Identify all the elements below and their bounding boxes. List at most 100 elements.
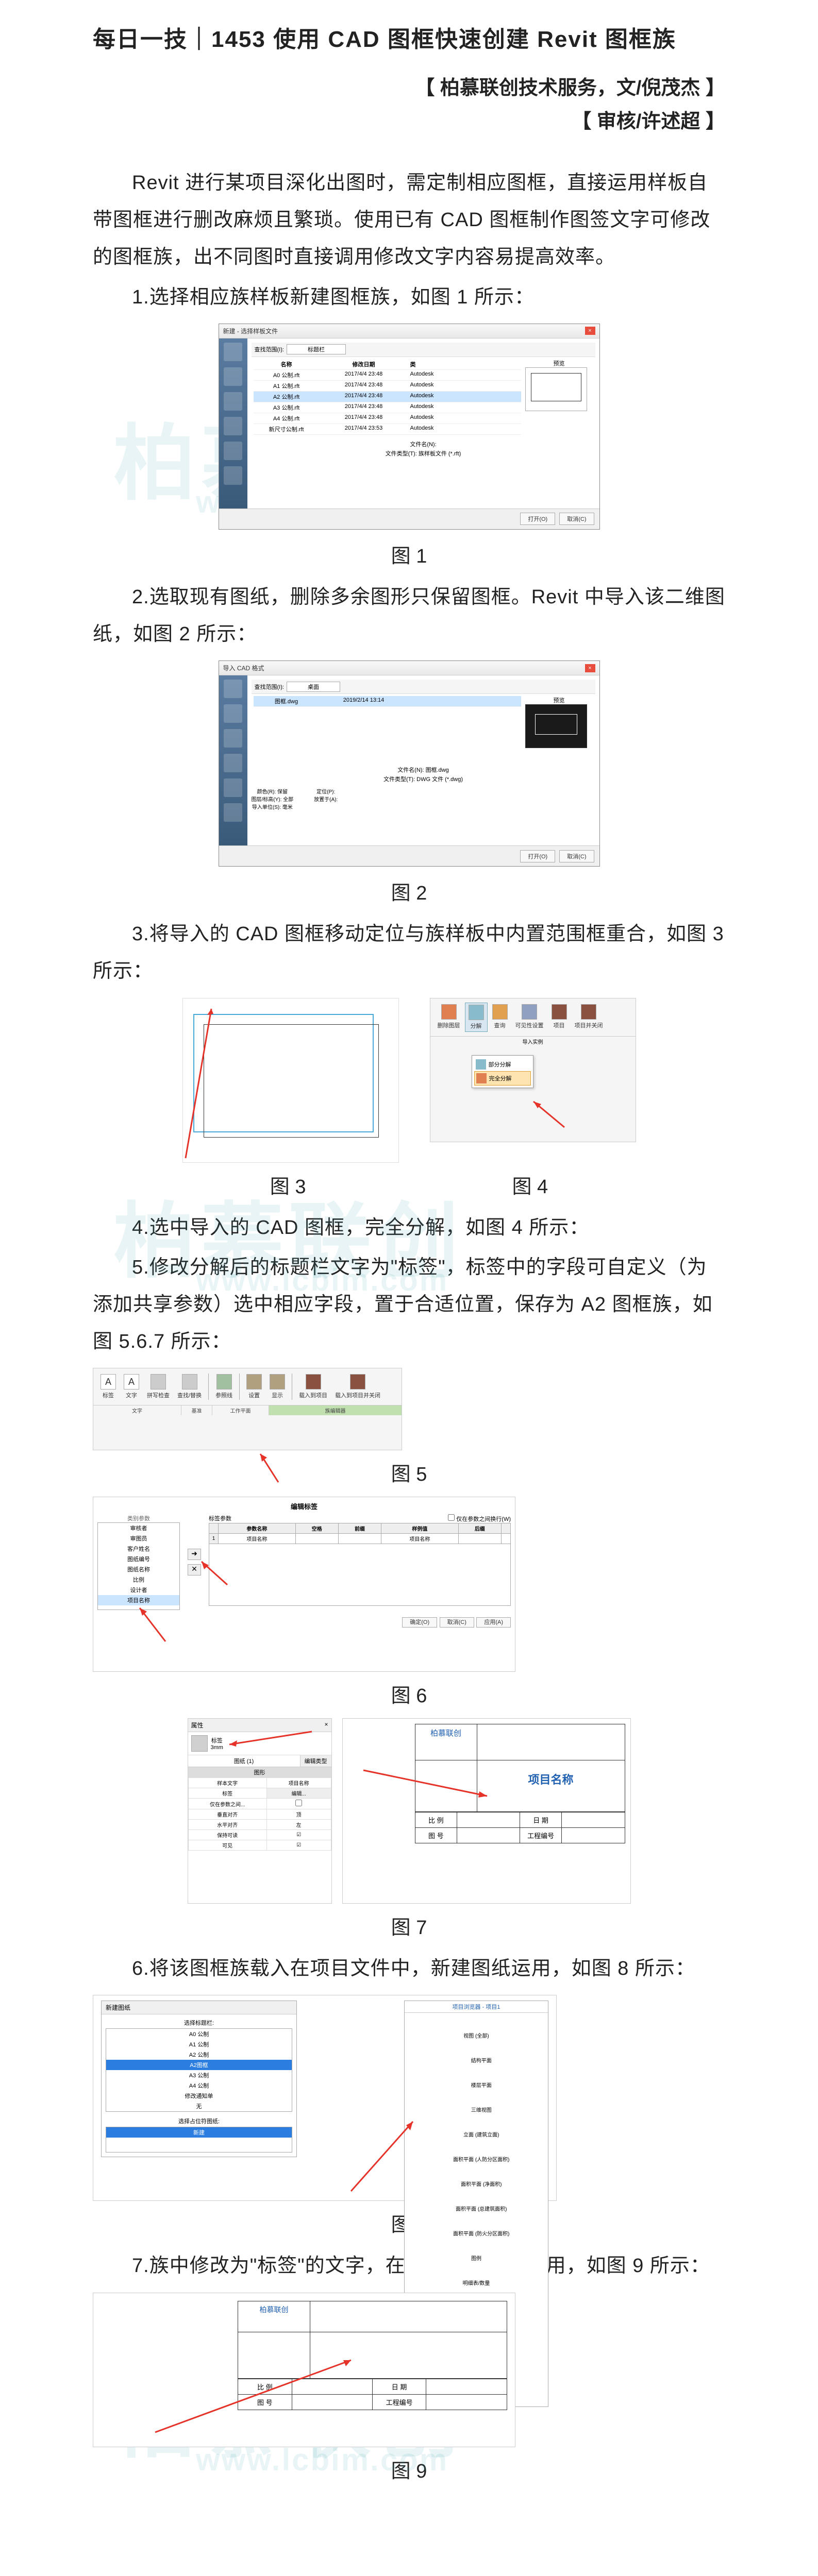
sidebar-folder-icon[interactable] bbox=[224, 417, 242, 435]
prop-checkbox[interactable] bbox=[295, 1800, 302, 1806]
ribbon-loadproj[interactable]: 载入到项目 bbox=[296, 1372, 330, 1401]
tree-item[interactable]: 面积平面 (防火分区面积) bbox=[408, 2230, 545, 2239]
sidebar-folder-icon[interactable] bbox=[224, 392, 242, 411]
prop-value[interactable]: ☑ bbox=[266, 1840, 331, 1851]
file-row[interactable]: A1 公制.rft bbox=[256, 382, 318, 390]
tree-item[interactable]: 面积平面 (人防分区面积) bbox=[408, 2156, 545, 2164]
open-button[interactable]: 打开(O) bbox=[520, 513, 555, 525]
sidebar-folder-icon[interactable] bbox=[224, 343, 242, 361]
figure-8: 新建图纸 选择标题栏: A0 公制 A1 公制 A2 公制 A2图框 A3 公制… bbox=[93, 1995, 725, 2201]
tb-item[interactable]: A1 公制 bbox=[106, 2039, 292, 2049]
prop-field: 标签 bbox=[188, 1788, 266, 1799]
tb-item[interactable]: A0 公制 bbox=[106, 2029, 292, 2039]
sidebar-folder-icon[interactable] bbox=[224, 704, 242, 723]
tree-item[interactable]: 面积平面 (净面积) bbox=[408, 2181, 545, 2189]
tree-item[interactable]: 视图 (全部) bbox=[408, 2032, 545, 2041]
file-row[interactable]: A4 公制.rft bbox=[256, 414, 318, 422]
cancel-button[interactable]: 取消(C) bbox=[440, 1617, 474, 1628]
tb-item[interactable]: 无 bbox=[106, 2101, 292, 2111]
figure-6: 编辑标签 类别参数 审核者 审图员 客户姓名 图纸编号 图纸名称 比例 设计者 … bbox=[93, 1497, 725, 1672]
sidebar-folder-icon[interactable] bbox=[224, 367, 242, 386]
tb-item[interactable]: A2 公制 bbox=[106, 2049, 292, 2060]
file-row[interactable]: 新尺寸公制.rft bbox=[256, 425, 318, 433]
filename-label: 文件名(N): 图框.dwg bbox=[397, 767, 449, 773]
reviewer-line: 【 审核/许述超 】 bbox=[93, 105, 725, 133]
close-icon[interactable]: × bbox=[585, 327, 595, 335]
tree-item[interactable]: 楼层平面 bbox=[408, 2082, 545, 2090]
open-button[interactable]: 打开(O) bbox=[520, 850, 555, 862]
edit-type-button[interactable]: 编辑类型 bbox=[300, 1755, 331, 1767]
ribbon-label[interactable]: A标签 bbox=[97, 1372, 119, 1401]
tb-item-selected[interactable]: A2图框 bbox=[106, 2060, 292, 2070]
ok-button[interactable]: 确定(O) bbox=[402, 1617, 437, 1628]
sidebar-folder-icon[interactable] bbox=[224, 803, 242, 822]
th-paramname: 参数名称 bbox=[219, 1523, 296, 1534]
preview-label: 预览 bbox=[525, 359, 593, 367]
cancel-button[interactable]: 取消(C) bbox=[559, 513, 594, 525]
label-type[interactable]: 标签 3mm bbox=[211, 1736, 223, 1751]
prop-value[interactable]: ☑ bbox=[266, 1830, 331, 1840]
ribbon-findreplace[interactable]: 查找/替换 bbox=[174, 1372, 205, 1401]
place-option[interactable]: 放置于(A): bbox=[314, 795, 338, 803]
tree-item[interactable]: 结构平面 bbox=[408, 2057, 545, 2065]
ribbon-set[interactable]: 设置 bbox=[243, 1372, 265, 1401]
param-item[interactable]: 比例 bbox=[98, 1574, 179, 1585]
tree-item[interactable]: 面积平面 (总建筑面积) bbox=[408, 2206, 545, 2214]
graphics-group: 图形 bbox=[188, 1767, 331, 1777]
sidebar-folder-icon[interactable] bbox=[224, 754, 242, 772]
ribbon-group-workplane: 工作平面 bbox=[212, 1405, 269, 1415]
tb-item[interactable]: A3 公制 bbox=[106, 2070, 292, 2080]
sidebar-folder-icon[interactable] bbox=[224, 729, 242, 748]
tree-item[interactable]: 立面 (建筑立面) bbox=[408, 2131, 545, 2140]
file-row[interactable]: A0 公制.rft bbox=[256, 371, 318, 379]
prop-value[interactable]: 左 bbox=[266, 1820, 331, 1830]
ribbon-loadclose[interactable]: 载入到项目并关闭 bbox=[332, 1372, 383, 1401]
folder-dropdown[interactable]: 桌面 bbox=[287, 682, 340, 692]
sidebar-folder-icon[interactable] bbox=[224, 466, 242, 485]
prop-value-edit[interactable]: 编辑... bbox=[266, 1788, 331, 1799]
param-item[interactable]: 设计者 bbox=[98, 1585, 179, 1595]
sidebar-folder-icon[interactable] bbox=[224, 778, 242, 797]
param-item[interactable]: 客户姓名 bbox=[98, 1544, 179, 1554]
file-row[interactable]: A3 公制.rft bbox=[256, 403, 318, 412]
close-icon[interactable]: × bbox=[324, 1721, 328, 1730]
wrap-checkbox[interactable] bbox=[448, 1514, 455, 1521]
file-row-selected[interactable]: 图框.dwg bbox=[256, 697, 318, 705]
file-row-selected[interactable]: A2 公制.rft bbox=[256, 393, 318, 401]
step-3-text: 3.将导入的 CAD 图框移动定位与族样板中内置范围框重合，如图 3 所示： bbox=[93, 916, 725, 990]
param-item[interactable]: 图纸编号 bbox=[98, 1554, 179, 1564]
ribbon-spellcheck[interactable]: 拼写检查 bbox=[144, 1372, 173, 1401]
cancel-button[interactable]: 取消(C) bbox=[559, 850, 594, 862]
ribbon-text[interactable]: A文字 bbox=[121, 1372, 142, 1401]
add-param-button[interactable]: ➜ bbox=[188, 1549, 201, 1560]
sidebar-folder-icon[interactable] bbox=[224, 680, 242, 698]
tb-item[interactable]: 修改通知单 bbox=[106, 2091, 292, 2101]
step-6-text: 6.将该图框族载入在项目文件中，新建图纸运用，如图 8 所示： bbox=[93, 1950, 725, 1987]
properties-title: 属性 bbox=[191, 1721, 204, 1730]
tree-item[interactable]: 图例 bbox=[408, 2255, 545, 2263]
folder-dropdown[interactable]: 标题栏 bbox=[287, 344, 346, 354]
prop-value[interactable]: 顶 bbox=[266, 1809, 331, 1820]
ribbon-show[interactable]: 显示 bbox=[266, 1372, 288, 1401]
units-option[interactable]: 导入单位(S): 毫米 bbox=[252, 803, 294, 810]
remove-param-button[interactable]: ✕ bbox=[188, 1564, 201, 1575]
col-date: 修改日期 bbox=[333, 360, 395, 368]
apply-button[interactable]: 应用(A) bbox=[476, 1617, 511, 1628]
tree-item[interactable]: 三维视图 bbox=[408, 2107, 545, 2115]
param-item[interactable]: 审图员 bbox=[98, 1533, 179, 1544]
tree-item[interactable]: 明细表/数量 bbox=[408, 2280, 545, 2288]
ph-item-selected[interactable]: 新建 bbox=[106, 2127, 292, 2138]
ribbon-refline[interactable]: 参照线 bbox=[212, 1372, 236, 1401]
th-sample: 样例值 bbox=[381, 1523, 459, 1534]
param-item[interactable]: 审核者 bbox=[98, 1523, 179, 1533]
filetype-label: 文件类型(T): DWG 文件 (*.dwg) bbox=[383, 776, 463, 783]
param-item-selected[interactable]: 项目名称 bbox=[98, 1595, 179, 1605]
color-option[interactable]: 颜色(R): 保留 bbox=[252, 787, 294, 795]
sidebar-folder-icon[interactable] bbox=[224, 442, 242, 460]
prop-value[interactable]: 项目名称 bbox=[266, 1778, 331, 1788]
tb-item[interactable]: A4 公制 bbox=[106, 2080, 292, 2091]
position-option[interactable]: 定位(P): bbox=[314, 787, 338, 795]
close-icon[interactable]: × bbox=[585, 664, 595, 672]
param-item[interactable]: 图纸名称 bbox=[98, 1564, 179, 1574]
layer-option[interactable]: 图层/标高(Y): 全部 bbox=[252, 795, 294, 803]
